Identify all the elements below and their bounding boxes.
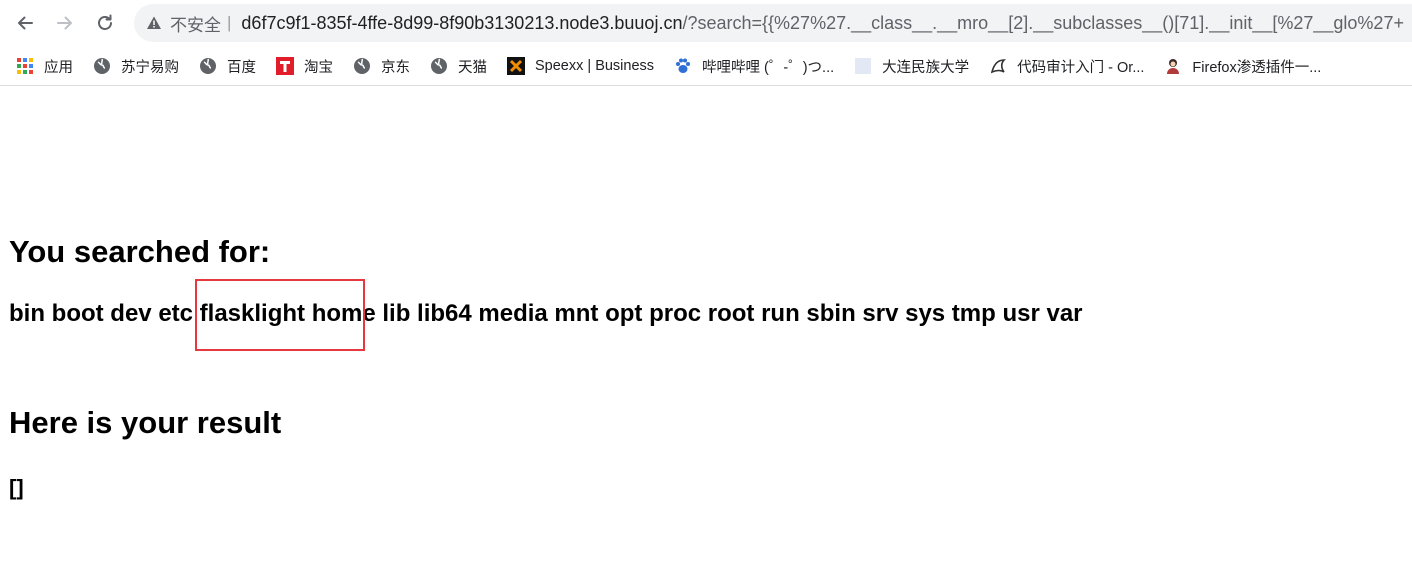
security-status-label[interactable]: 不安全 — [170, 11, 221, 36]
result-value: [] — [9, 475, 24, 500]
bookmark-suning[interactable]: 苏宁易购 — [93, 56, 179, 77]
bookmarks-bar: 应用 苏宁易购 百度 淘宝 京东 天猫 Speexx | Business 哔哩… — [0, 47, 1412, 86]
bookmark-jd[interactable]: 京东 — [353, 56, 410, 77]
avatar-icon — [1164, 57, 1182, 75]
orca-icon — [989, 57, 1007, 75]
globe-icon — [353, 57, 371, 75]
search-output-text: bin boot dev etc flasklight home lib lib… — [9, 300, 1083, 327]
bookmark-label: 淘宝 — [304, 59, 333, 76]
bookmark-baidu[interactable]: 百度 — [199, 56, 256, 77]
address-bar[interactable]: 不安全 | d6f7c9f1-835f-4ffe-8d99-8f90b31302… — [134, 4, 1412, 42]
arrow-left-icon — [18, 16, 33, 30]
bookmark-label: Firefox渗透插件一... — [1192, 59, 1322, 76]
address-separator: | — [227, 13, 232, 32]
bookmark-label: 苏宁易购 — [121, 59, 179, 76]
browser-toolbar: 不安全 | d6f7c9f1-835f-4ffe-8d99-8f90b31302… — [0, 0, 1412, 47]
annotation-highlight-box — [195, 279, 365, 351]
back-button[interactable] — [9, 7, 41, 39]
tmall-t-icon — [276, 57, 294, 75]
bookmark-apps[interactable]: 应用 — [16, 56, 73, 77]
searched-heading: You searched for: — [9, 234, 271, 269]
bookmark-code-audit[interactable]: 代码审计入门 - Or... — [989, 56, 1144, 77]
bookmark-speexx[interactable]: Speexx | Business — [507, 57, 654, 75]
apps-grid-icon — [16, 57, 34, 75]
globe-icon — [430, 57, 448, 75]
url-path[interactable]: /?search={{%27%27.__class__.__mro__[2]._… — [682, 13, 1404, 34]
warning-icon[interactable] — [146, 15, 162, 31]
arrow-right-icon — [57, 16, 72, 30]
bookmark-bilibili[interactable]: 哔哩哔哩 (゜-゜)つ... — [674, 56, 834, 77]
url-host[interactable]: d6f7c9f1-835f-4ffe-8d99-8f90b3130213.nod… — [241, 13, 682, 34]
bookmark-label: Speexx | Business — [535, 58, 655, 74]
bookmark-label: 天猫 — [458, 59, 487, 76]
bookmark-tmall[interactable]: 天猫 — [430, 56, 487, 77]
paw-icon — [674, 57, 692, 75]
bookmark-label: 大连民族大学 — [882, 59, 970, 76]
reload-button[interactable] — [89, 7, 121, 39]
page-content: You searched for: bin boot dev etc flask… — [0, 87, 1412, 583]
bookmark-dlnu[interactable]: 大连民族大学 — [854, 56, 969, 77]
globe-icon — [93, 57, 111, 75]
result-heading: Here is your result — [9, 405, 282, 440]
bookmark-label: 代码审计入门 - Or... — [1017, 59, 1145, 76]
bookmark-label: 哔哩哔哩 (゜-゜)つ... — [702, 59, 835, 76]
bookmark-label: 京东 — [381, 59, 410, 76]
bookmark-label: 百度 — [227, 59, 256, 76]
bookmark-label: 应用 — [44, 59, 73, 76]
blank-page-icon — [854, 57, 872, 75]
bookmark-firefox-plugins[interactable]: Firefox渗透插件一... — [1164, 56, 1321, 77]
bookmark-taobao[interactable]: 淘宝 — [276, 56, 333, 77]
reload-icon — [98, 14, 112, 30]
forward-button[interactable] — [49, 7, 81, 39]
speexx-x-icon — [507, 57, 525, 75]
globe-icon — [199, 57, 217, 75]
